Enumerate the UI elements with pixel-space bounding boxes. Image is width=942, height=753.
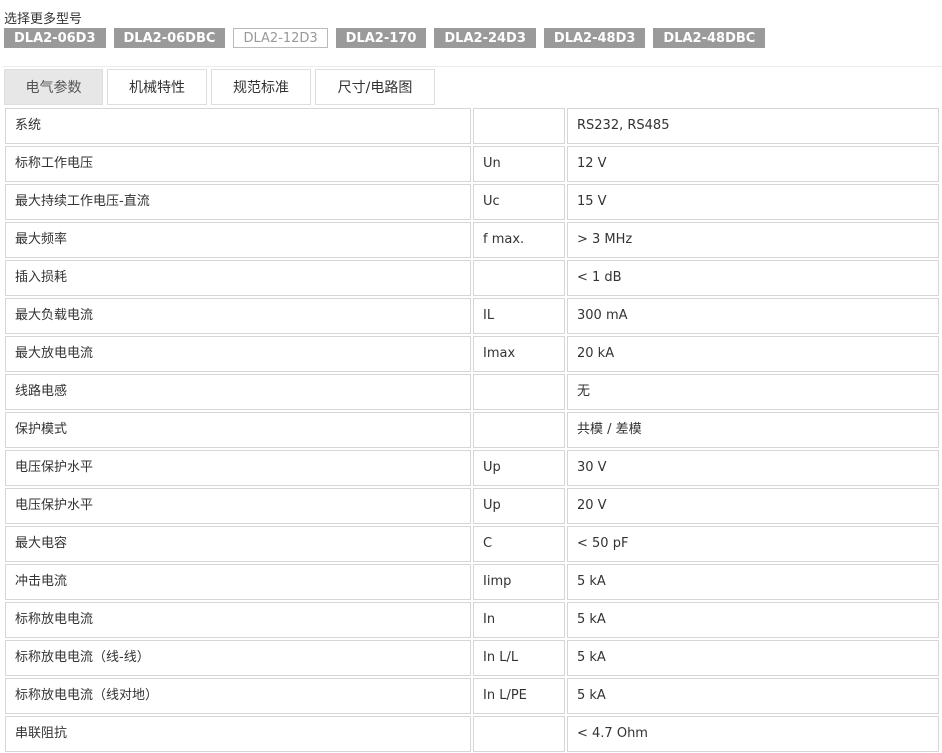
table-row: 保护模式 共模 / 差模 bbox=[4, 411, 942, 449]
param-value-cell: 5 kA bbox=[567, 564, 939, 600]
model-button[interactable]: DLA2-06D3 bbox=[4, 28, 106, 48]
model-button[interactable]: DLA2-170 bbox=[335, 28, 427, 48]
param-name-cell: 电压保护水平 bbox=[5, 450, 471, 486]
model-button[interactable]: DLA2-48DBC bbox=[653, 28, 766, 48]
table-row: 最大频率 f max. > 3 MHz bbox=[4, 221, 942, 259]
table-row: 冲击电流 Iimp 5 kA bbox=[4, 563, 942, 601]
param-value-cell: 12 V bbox=[567, 146, 939, 182]
table-row: 电压保护水平 Up 20 V bbox=[4, 487, 942, 525]
param-value-cell: 30 V bbox=[567, 450, 939, 486]
spec-table: 系统 RS232, RS485 标称工作电压 Un 12 V 最大持续工作电压-直流 Uc 1… bbox=[4, 107, 942, 753]
param-name-cell: 最大负载电流 bbox=[5, 298, 471, 334]
param-name-cell: 线路电感 bbox=[5, 374, 471, 410]
param-value-cell: 20 kA bbox=[567, 336, 939, 372]
table-row: 电压保护水平 Up 30 V bbox=[4, 449, 942, 487]
param-name-cell: 标称工作电压 bbox=[5, 146, 471, 182]
param-name-cell: 电压保护水平 bbox=[5, 488, 471, 524]
tab-electrical[interactable]: 电气参数 bbox=[4, 69, 103, 105]
table-row: 串联阻抗 < 4.7 Ohm bbox=[4, 715, 942, 753]
param-symbol-cell: Un bbox=[473, 146, 565, 182]
tab-bar: 电气参数 机械特性 规范标准 尺寸/电路图 bbox=[4, 69, 439, 105]
param-symbol-cell bbox=[473, 260, 565, 296]
param-symbol-cell: f max. bbox=[473, 222, 565, 258]
param-symbol-cell bbox=[473, 374, 565, 410]
table-row: 标称放电电流 In 5 kA bbox=[4, 601, 942, 639]
param-symbol-cell: Up bbox=[473, 488, 565, 524]
model-button[interactable]: DLA2-24D3 bbox=[434, 28, 536, 48]
param-value-cell: > 3 MHz bbox=[567, 222, 939, 258]
param-name-cell: 标称放电电流 bbox=[5, 602, 471, 638]
param-symbol-cell: In L/L bbox=[473, 640, 565, 676]
param-symbol-cell: Iimp bbox=[473, 564, 565, 600]
param-symbol-cell bbox=[473, 412, 565, 448]
table-row: 最大持续工作电压-直流 Uc 15 V bbox=[4, 183, 942, 221]
param-symbol-cell: IL bbox=[473, 298, 565, 334]
model-button[interactable]: DLA2-48D3 bbox=[543, 28, 646, 48]
param-value-cell: 20 V bbox=[567, 488, 939, 524]
param-value-cell: 5 kA bbox=[567, 678, 939, 714]
table-row: 标称放电电流（线对地） In L/PE 5 kA bbox=[4, 677, 942, 715]
param-value-cell: 共模 / 差模 bbox=[567, 412, 939, 448]
param-value-cell: 15 V bbox=[567, 184, 939, 220]
param-value-cell: 无 bbox=[567, 374, 939, 410]
param-value-cell: RS232, RS485 bbox=[567, 108, 939, 144]
param-name-cell: 最大持续工作电压-直流 bbox=[5, 184, 471, 220]
param-name-cell: 最大电容 bbox=[5, 526, 471, 562]
param-name-cell: 系统 bbox=[5, 108, 471, 144]
param-value-cell: 5 kA bbox=[567, 602, 939, 638]
param-name-cell: 最大频率 bbox=[5, 222, 471, 258]
table-row: 标称放电电流（线-线） In L/L 5 kA bbox=[4, 639, 942, 677]
param-value-cell: < 1 dB bbox=[567, 260, 939, 296]
model-button[interactable]: DLA2-06DBC bbox=[113, 28, 226, 48]
param-name-cell: 最大放电电流 bbox=[5, 336, 471, 372]
param-name-cell: 保护模式 bbox=[5, 412, 471, 448]
param-name-cell: 标称放电电流（线对地） bbox=[5, 678, 471, 714]
model-selector-title: 选择更多型号 bbox=[4, 12, 83, 27]
table-row: 插入损耗 < 1 dB bbox=[4, 259, 942, 297]
param-name-cell: 插入损耗 bbox=[5, 260, 471, 296]
param-symbol-cell: In bbox=[473, 602, 565, 638]
table-row: 系统 RS232, RS485 bbox=[4, 107, 942, 145]
table-row: 标称工作电压 Un 12 V bbox=[4, 145, 942, 183]
param-symbol-cell: C bbox=[473, 526, 565, 562]
param-symbol-cell: In L/PE bbox=[473, 678, 565, 714]
divider bbox=[2, 66, 942, 67]
param-name-cell: 冲击电流 bbox=[5, 564, 471, 600]
param-symbol-cell: Imax bbox=[473, 336, 565, 372]
table-row: 线路电感 无 bbox=[4, 373, 942, 411]
table-row: 最大放电电流 Imax 20 kA bbox=[4, 335, 942, 373]
param-value-cell: 5 kA bbox=[567, 640, 939, 676]
table-row: 最大电容 C < 50 pF bbox=[4, 525, 942, 563]
param-value-cell: < 50 pF bbox=[567, 526, 939, 562]
tab-standards[interactable]: 规范标准 bbox=[211, 69, 311, 105]
tab-mechanical[interactable]: 机械特性 bbox=[107, 69, 207, 105]
tab-dimensions[interactable]: 尺寸/电路图 bbox=[315, 69, 435, 105]
model-list: DLA2-06D3 DLA2-06DBC DLA2-12D3 DLA2-170 … bbox=[4, 28, 766, 48]
param-name-cell: 标称放电电流（线-线） bbox=[5, 640, 471, 676]
model-button-selected[interactable]: DLA2-12D3 bbox=[233, 28, 328, 48]
param-symbol-cell: Uc bbox=[473, 184, 565, 220]
param-symbol-cell bbox=[473, 108, 565, 144]
table-row: 最大负载电流 IL 300 mA bbox=[4, 297, 942, 335]
param-value-cell: 300 mA bbox=[567, 298, 939, 334]
param-symbol-cell: Up bbox=[473, 450, 565, 486]
